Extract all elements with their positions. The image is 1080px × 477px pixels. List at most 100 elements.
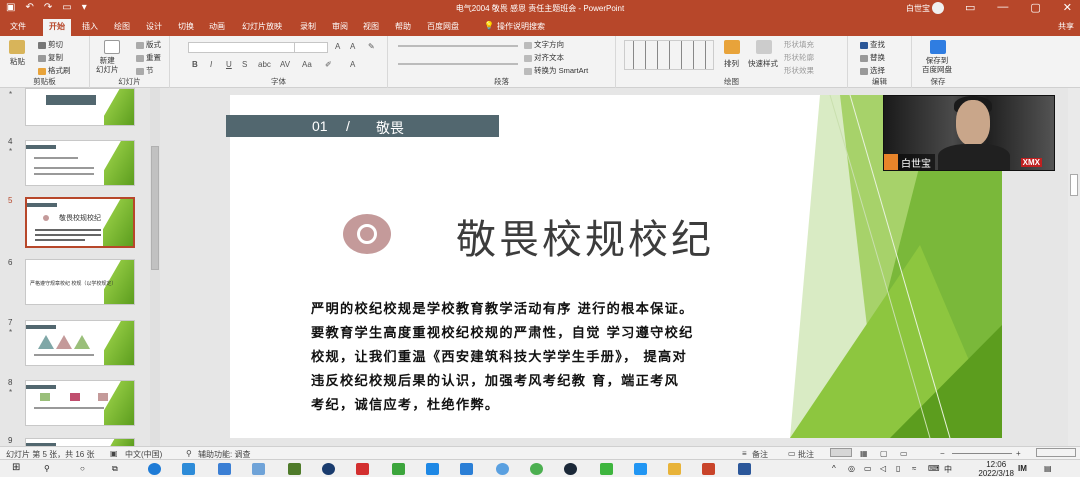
align-buttons[interactable] bbox=[398, 63, 518, 65]
tray-icon[interactable]: ◎ bbox=[848, 464, 855, 473]
app-icon[interactable] bbox=[322, 463, 335, 475]
share-button[interactable]: 共享 bbox=[1058, 21, 1074, 32]
format-painter-button[interactable]: 格式刷 bbox=[38, 65, 71, 76]
app-icon[interactable] bbox=[356, 463, 369, 475]
app-tray-icon[interactable]: IM bbox=[1018, 464, 1027, 473]
task-view-icon[interactable]: ⧉ bbox=[112, 464, 118, 474]
volume-icon[interactable]: ◁ bbox=[880, 464, 886, 473]
change-case-icon[interactable]: Aa bbox=[302, 60, 312, 69]
app-icon[interactable] bbox=[496, 463, 509, 475]
find-button[interactable]: 查找 bbox=[860, 39, 885, 50]
explorer-icon[interactable] bbox=[218, 463, 231, 475]
shape-effects-button[interactable]: 形状效果 bbox=[784, 65, 814, 76]
search-icon[interactable]: ⚲ bbox=[44, 464, 50, 473]
ribbon-display-icon[interactable]: ▭ bbox=[965, 1, 975, 14]
zoom-slider[interactable] bbox=[952, 453, 1012, 454]
list-buttons[interactable] bbox=[398, 45, 518, 47]
edge-icon[interactable] bbox=[148, 463, 161, 475]
tab-home[interactable]: 开始 bbox=[43, 19, 71, 36]
copy-button[interactable]: 复制 bbox=[38, 52, 63, 63]
tab-draw[interactable]: 绘图 bbox=[114, 21, 130, 32]
slide-title[interactable]: 敬畏校规校纪 bbox=[456, 207, 714, 265]
tab-slideshow[interactable]: 幻灯片放映 bbox=[242, 21, 282, 32]
fit-to-window-button[interactable] bbox=[1036, 448, 1076, 457]
italic-icon[interactable]: I bbox=[210, 60, 212, 69]
spelling-icon[interactable]: ▣ bbox=[110, 449, 118, 458]
tab-record[interactable]: 录制 bbox=[300, 21, 316, 32]
ime-indicator[interactable]: 中 bbox=[944, 464, 952, 475]
canvas-scrollbar-thumb[interactable] bbox=[1070, 174, 1078, 196]
tab-transitions[interactable]: 切换 bbox=[178, 21, 194, 32]
slideshow-view-icon[interactable]: ▭ bbox=[900, 449, 908, 458]
network-icon[interactable]: ▭ bbox=[864, 464, 872, 473]
user-avatar[interactable] bbox=[932, 2, 944, 14]
slide-thumb-4[interactable] bbox=[25, 140, 135, 186]
shadow-icon[interactable]: S bbox=[242, 60, 247, 69]
photos-icon[interactable] bbox=[182, 463, 195, 475]
cortana-icon[interactable]: ○ bbox=[80, 464, 85, 473]
tab-design[interactable]: 设计 bbox=[146, 21, 162, 32]
app-icon[interactable] bbox=[426, 463, 439, 475]
replace-button[interactable]: 替换 bbox=[860, 52, 885, 63]
word-icon[interactable] bbox=[738, 463, 751, 475]
tab-review[interactable]: 审阅 bbox=[332, 21, 348, 32]
battery-icon[interactable]: ▯ bbox=[896, 464, 900, 473]
font-size-input[interactable] bbox=[294, 42, 328, 53]
bold-icon[interactable]: B bbox=[192, 60, 198, 69]
notification-icon[interactable]: ▤ bbox=[1044, 464, 1052, 473]
zoom-out-icon[interactable]: − bbox=[940, 449, 945, 458]
app-icon[interactable] bbox=[634, 463, 647, 475]
wechat-icon[interactable] bbox=[600, 463, 613, 475]
save-to-baidu-button[interactable]: 保存到 百度网盘 bbox=[922, 56, 952, 74]
windows-start-icon[interactable]: ⊞ bbox=[12, 462, 20, 473]
slide-thumb-5[interactable]: 敬畏校规校纪 bbox=[25, 197, 135, 248]
minimize-button[interactable]: — bbox=[997, 1, 1008, 14]
underline-icon[interactable]: U bbox=[226, 60, 232, 69]
select-button[interactable]: 选择 bbox=[860, 65, 885, 76]
cut-button[interactable]: 剪切 bbox=[38, 39, 63, 50]
quick-styles-icon[interactable] bbox=[756, 40, 772, 54]
strikethrough-icon[interactable]: abc bbox=[258, 60, 271, 69]
shape-outline-button[interactable]: 形状轮廓 bbox=[784, 52, 814, 63]
wifi-icon[interactable]: ≈ bbox=[912, 464, 916, 473]
tab-view[interactable]: 视图 bbox=[363, 21, 379, 32]
arrange-button[interactable]: 排列 bbox=[724, 58, 739, 69]
canvas-scrollbar[interactable] bbox=[1068, 88, 1080, 446]
tab-help[interactable]: 帮助 bbox=[395, 21, 411, 32]
new-slide-button[interactable]: 新建 幻灯片 bbox=[96, 56, 119, 74]
grow-font-icon[interactable]: A bbox=[335, 42, 340, 51]
restore-button[interactable]: ▢ bbox=[1030, 1, 1040, 14]
layout-button[interactable]: 版式 bbox=[136, 39, 161, 50]
baidu-cloud-icon[interactable] bbox=[930, 40, 946, 54]
tab-file[interactable]: 文件 bbox=[10, 21, 26, 32]
steam-icon[interactable] bbox=[564, 463, 577, 475]
slide-thumb-3[interactable] bbox=[25, 88, 135, 126]
reading-view-icon[interactable]: ▢ bbox=[880, 449, 888, 458]
powerpoint-icon[interactable] bbox=[702, 463, 715, 475]
thumbnails-scrollbar[interactable] bbox=[150, 88, 160, 446]
tray-expand-icon[interactable]: ^ bbox=[832, 464, 836, 473]
shape-fill-button[interactable]: 形状填充 bbox=[784, 39, 814, 50]
char-spacing-icon[interactable]: AV bbox=[280, 60, 290, 69]
app-icon[interactable] bbox=[252, 463, 265, 475]
slide-body-text[interactable]: 严明的校纪校规是学校教育教学活动有序 进行的根本保证。 要教育学生高度重视校纪校… bbox=[311, 298, 821, 418]
paste-button[interactable]: 粘贴 bbox=[10, 56, 25, 67]
font-name-input[interactable] bbox=[188, 42, 298, 53]
slide-thumb-6[interactable]: 严格遵守规章校纪 校规（以学校规定） bbox=[25, 259, 135, 305]
text-direction-button[interactable]: 文字方向 bbox=[524, 39, 564, 50]
tab-insert[interactable]: 插入 bbox=[82, 21, 98, 32]
font-color-icon[interactable]: A bbox=[350, 60, 355, 69]
clear-format-icon[interactable]: ✎ bbox=[368, 42, 375, 51]
keyboard-icon[interactable]: ⌨ bbox=[928, 464, 940, 473]
tell-me-search[interactable]: 操作说明搜索 bbox=[497, 21, 545, 32]
app-icon[interactable] bbox=[392, 463, 405, 475]
highlight-icon[interactable]: ✐ bbox=[325, 60, 332, 69]
slide-thumb-9[interactable] bbox=[25, 438, 135, 446]
shrink-font-icon[interactable]: A bbox=[350, 42, 355, 51]
app-icon[interactable] bbox=[530, 463, 543, 475]
shapes-gallery[interactable] bbox=[624, 40, 714, 70]
reset-button[interactable]: 重置 bbox=[136, 52, 161, 63]
normal-view-button[interactable] bbox=[830, 448, 852, 457]
app-icon[interactable] bbox=[288, 463, 301, 475]
zoom-in-icon[interactable]: + bbox=[1016, 449, 1021, 458]
